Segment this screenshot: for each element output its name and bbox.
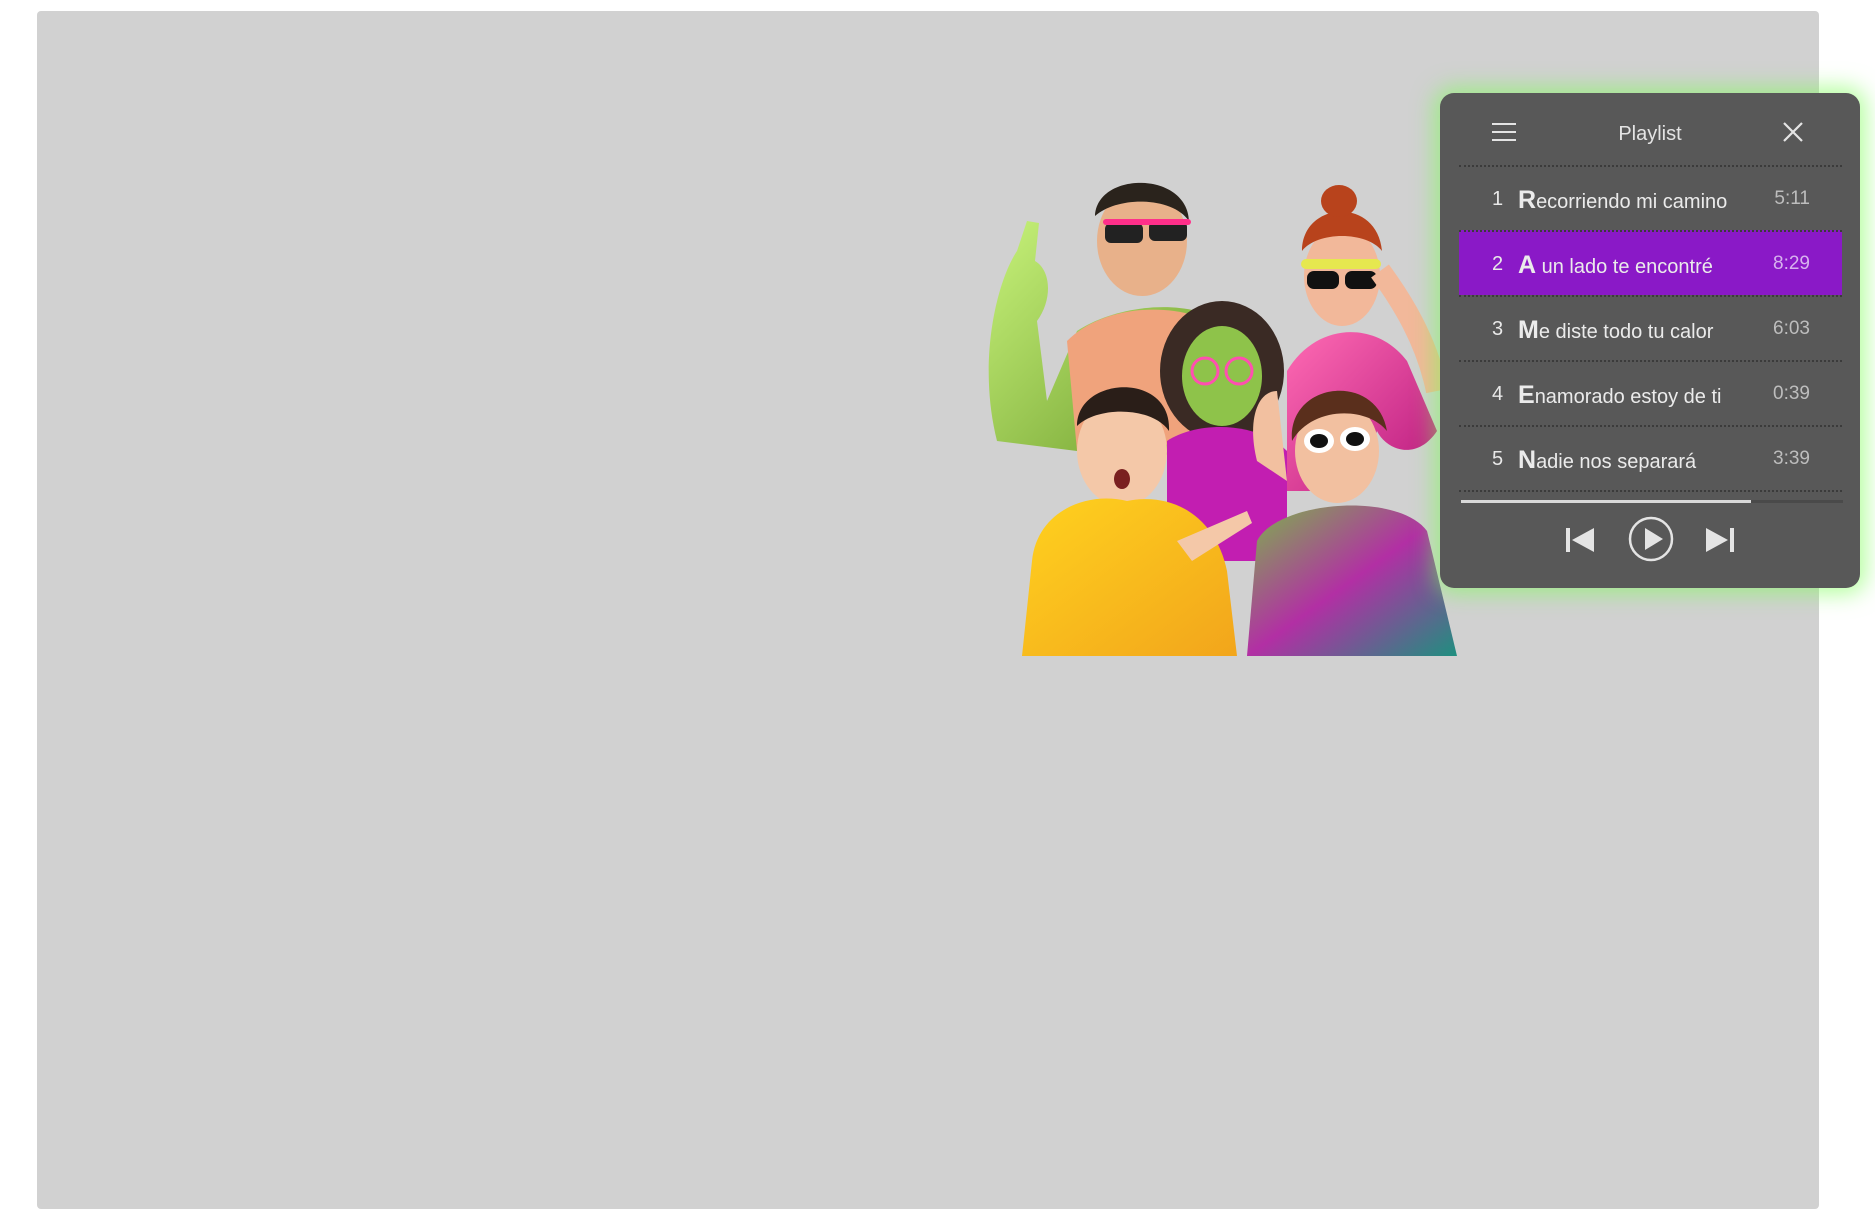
track-row[interactable]: 3 Me diste todo tu calor 6:03 [1459,295,1842,360]
playlist-header: Playlist [1440,93,1860,167]
promo-photo-group-of-friends [957,161,1507,656]
app-stage: Playlist 1 Recorriendo mi camino 5:11 2 … [37,11,1860,1209]
track-title: Enamorado estoy de ti [1518,381,1722,409]
track-list: 1 Recorriendo mi camino 5:11 2 A un lado… [1459,165,1842,492]
track-duration: 0:39 [1773,383,1810,404]
track-title: Recorriendo mi camino [1518,186,1728,214]
close-icon[interactable] [1782,121,1804,143]
track-title: Nadie nos separará [1518,446,1697,474]
skip-previous-icon[interactable] [1564,525,1596,555]
track-number: 5 [1492,448,1504,470]
track-number: 1 [1492,188,1504,210]
playlist-panel: Playlist 1 Recorriendo mi camino 5:11 2 … [1440,93,1860,588]
track-duration: 3:39 [1773,448,1810,469]
play-icon[interactable] [1627,515,1675,563]
skip-next-icon[interactable] [1704,525,1736,555]
track-title: A un lado te encontré [1518,251,1713,279]
track-row[interactable]: 5 Nadie nos separará 3:39 [1459,425,1842,492]
progress-fill [1461,500,1752,503]
progress-bar[interactable] [1461,500,1843,503]
track-title: Me diste todo tu calor [1518,316,1714,344]
track-number: 4 [1492,383,1504,405]
track-number: 2 [1492,253,1504,275]
track-duration: 6:03 [1773,318,1810,339]
track-row[interactable]: 4 Enamorado estoy de ti 0:39 [1459,360,1842,425]
track-row-active[interactable]: 2 A un lado te encontré 8:29 [1459,230,1842,295]
playback-controls [1440,511,1860,571]
track-row[interactable]: 1 Recorriendo mi camino 5:11 [1459,165,1842,230]
track-duration: 8:29 [1773,253,1810,274]
track-number: 3 [1492,318,1504,340]
track-duration: 5:11 [1774,188,1810,209]
